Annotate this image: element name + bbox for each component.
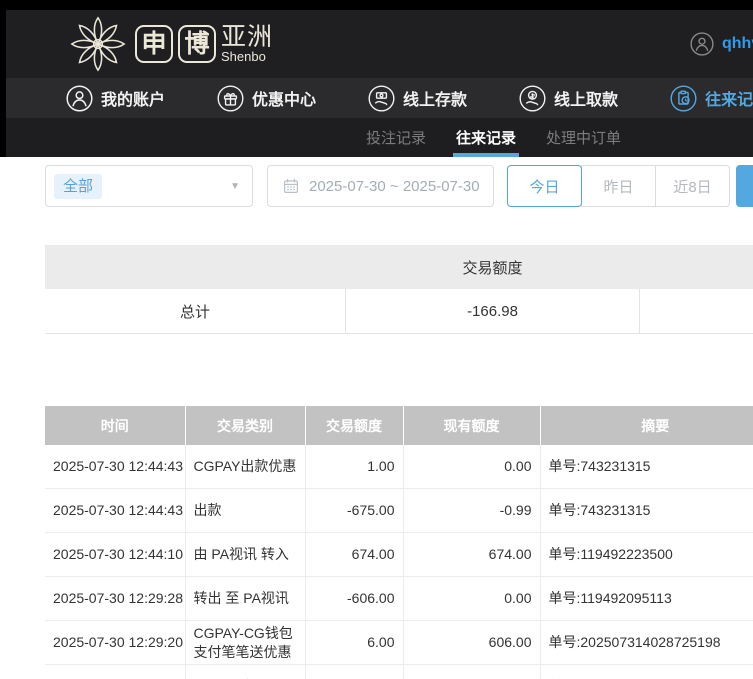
records-header-row: 时间 交易类别 交易额度 现有额度 摘要 [45,406,753,445]
cell-summary: 单号:743231315 [539,488,753,533]
cell-time: 2025-07-30 12:44:10 [45,532,185,577]
nav-label: 线上取款 [554,92,619,109]
record-tabs: 投注记录 往来记录 处理中订单 [6,118,753,157]
calendar-icon [284,179,299,193]
username-text: qhhv [722,35,753,52]
main-navigation: 我的账户 优惠中心 线上存款 线上取款 往来记 [6,78,753,118]
cell-summary: 单号:119492095113 [539,576,753,621]
gift-icon [217,84,244,112]
summary-total-row: 总计 -166.98 [45,289,753,334]
today-button[interactable]: 今日 [507,165,582,207]
brand-logo: 申 博 亚洲 Shenbo [66,13,273,75]
cell-amount: 1.00 [304,445,403,489]
cell-amount: 600.00 [304,664,403,679]
cell-type: 出款 [184,488,305,533]
cell-type: CGPAY出款优惠 [184,445,305,489]
dark-header-shell: 申 博 亚洲 Shenbo qhhv [0,10,753,157]
summary-header-row: 交易额度 [45,245,753,289]
table-row: 2025-07-30 12:44:43 CGPAY出款优惠 1.00 0.00 … [45,445,753,489]
cell-type: 由 PA视讯 转入 [184,532,305,577]
nav-item-my-account[interactable]: 我的账户 [66,84,166,112]
brand-text: 亚洲 Shenbo [221,22,274,65]
cell-balance: 606.00 [402,620,540,665]
type-filter-dropdown[interactable]: 全部 ▼ [45,165,253,207]
cell-balance: 674.00 [402,532,540,577]
date-range-picker[interactable]: 2025-07-30 ~ 2025-07-30 [267,165,494,207]
tab-transaction-records[interactable]: 往来记录 [453,118,520,157]
records-icon [670,84,697,112]
records-table: 时间 交易类别 交易额度 现有额度 摘要 2025-07-30 12:44:43… [45,406,753,679]
cell-time: 2025-07-30 12:29:28 [45,576,185,621]
last-8-days-button[interactable]: 近8日 [655,165,730,207]
user-icon [66,84,93,112]
column-header-balance: 现有额度 [402,406,540,445]
lotus-flower-icon [70,16,126,72]
summary-total-value: -166.98 [345,289,640,333]
nav-label: 往来记录 [705,92,753,109]
nav-item-promotions[interactable]: 优惠中心 [217,84,317,112]
brand-char-bo: 博 [178,25,216,63]
deposit-icon [368,84,395,112]
brand-subtitle: Shenbo [221,48,266,64]
cell-time: 2025-07-30 12:44:43 [45,445,185,489]
column-header-time: 时间 [45,406,185,445]
cell-balance: 0.00 [402,445,540,489]
cell-summary: 单号:202507314028725198 [539,620,753,665]
summary-amount-header: 交易额度 [462,259,523,277]
cell-amount: -675.00 [304,488,403,533]
cell-balance: -0.99 [402,488,540,533]
search-button[interactable] [736,165,753,207]
brand-char-shen: 申 [135,25,173,63]
nav-item-deposit[interactable]: 线上存款 [368,84,468,112]
chevron-down-icon: ▼ [230,180,240,192]
nav-label: 我的账户 [101,92,166,109]
summary-table: 交易额度 总计 -166.98 [45,245,753,334]
nav-label: 线上存款 [403,92,468,109]
nav-item-withdraw[interactable]: 线上取款 [519,84,619,112]
column-header-type: 交易类别 [184,406,305,445]
table-row: 2025-07-30 12:29:28 转出 至 PA视讯 -606.00 0.… [45,576,753,621]
summary-total-label: 总计 [179,303,210,321]
date-range-value: 2025-07-30 ~ 2025-07-30 [309,177,480,195]
cell-type: CGPAY支付 [184,664,305,679]
cell-summary: 单号:743231315 [539,445,753,489]
cell-time: 2025-07-30 12:29:20 [45,620,185,665]
nav-item-transaction-records[interactable]: 往来记录 [670,84,753,112]
cell-amount: 674.00 [304,532,403,577]
filter-row: 全部 ▼ 2025-07-30 ~ 2025-07-30 今日 昨日 近8日 [45,165,753,207]
cell-time: 2025-07-30 12:29:20 [45,664,185,679]
site-header: 申 博 亚洲 Shenbo qhhv [6,10,753,78]
cell-amount: 6.00 [304,620,403,665]
quick-range-buttons: 今日 昨日 近8日 [507,165,730,207]
type-filter-selected-tag: 全部 [54,173,103,199]
nav-label: 优惠中心 [252,92,317,109]
tab-betting-records[interactable]: 投注记录 [363,118,429,157]
cell-balance: 0.00 [402,576,540,621]
column-header-amount: 交易额度 [304,406,403,445]
withdraw-icon [519,84,546,112]
column-header-summary: 摘要 [539,406,753,445]
cell-type: 转出 至 PA视讯 [184,576,305,621]
transaction-records-page: { "brand": { "logo_char_1": "申", "logo_c… [0,0,753,679]
table-row: 2025-07-30 12:29:20 CGPAY-CG钱包支付笔笔送优惠 6.… [45,620,753,665]
brand-region: 亚洲 [221,22,274,51]
cell-amount: -606.00 [304,576,403,621]
content-area: 全部 ▼ 2025-07-30 ~ 2025-07-30 今日 昨日 近8日 交… [0,157,753,679]
yesterday-button[interactable]: 昨日 [581,165,656,207]
user-account[interactable]: qhhv [690,10,753,78]
cell-summary: 单号:202507314028725198 [539,664,753,679]
tab-pending-orders[interactable]: 处理中订单 [543,118,624,157]
table-row: 2025-07-30 12:44:43 出款 -675.00 -0.99 单号:… [45,488,753,533]
table-row: 2025-07-30 12:29:20 CGPAY支付 600.00 600.0… [45,664,753,679]
cell-summary: 单号:119492223500 [539,532,753,577]
top-black-strip [0,0,753,10]
cell-time: 2025-07-30 12:44:43 [45,488,185,533]
cell-type: CGPAY-CG钱包支付笔笔送优惠 [184,620,305,665]
table-row: 2025-07-30 12:44:10 由 PA视讯 转入 674.00 674… [45,532,753,577]
cell-balance: 600.00 [402,664,540,679]
user-avatar-icon [690,32,714,56]
